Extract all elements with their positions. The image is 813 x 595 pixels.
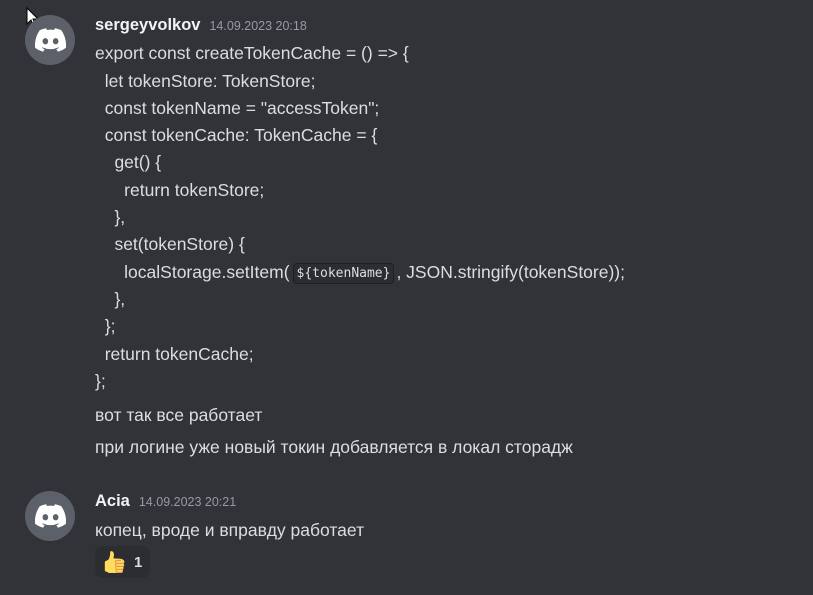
message-text: вот так все работает [95, 405, 263, 425]
code-line-setitem: localStorage.setItem(${tokenName}, JSON.… [95, 261, 625, 286]
discord-logo-icon [34, 504, 66, 528]
code-line: }; [95, 316, 116, 336]
inline-code: ${tokenName} [292, 263, 395, 284]
reaction-button[interactable]: 1 [95, 546, 150, 578]
username[interactable]: Acia [95, 492, 130, 511]
timestamp[interactable]: 14.09.2023 20:21 [139, 495, 236, 509]
code-line: return tokenStore; [95, 180, 265, 200]
code-text: , JSON.stringify(tokenStore)); [396, 262, 625, 282]
message-header: Acia 14.09.2023 20:21 [95, 492, 236, 511]
code-line: }, [95, 207, 126, 227]
message-header: sergeyvolkov 14.09.2023 20:18 [95, 16, 307, 35]
avatar[interactable] [25, 15, 75, 65]
code-line: get() { [95, 152, 162, 172]
reaction-count: 1 [134, 553, 143, 571]
code-line: return tokenCache; [95, 344, 254, 364]
code-line: }, [95, 289, 126, 309]
chat-area: sergeyvolkov 14.09.2023 20:18 export con… [0, 0, 813, 595]
code-line: const tokenName = "accessToken"; [95, 98, 380, 118]
code-line: export const createTokenCache = () => { [95, 43, 409, 63]
timestamp[interactable]: 14.09.2023 20:18 [209, 19, 306, 33]
username[interactable]: sergeyvolkov [95, 16, 200, 35]
code-line: }; [95, 371, 106, 391]
avatar[interactable] [25, 491, 75, 541]
code-line: const tokenCache: TokenCache = { [95, 125, 378, 145]
code-line: set(tokenStore) { [95, 234, 245, 254]
code-text: localStorage.setItem( [95, 262, 290, 282]
thumbs-up-icon [104, 551, 125, 573]
message-text: копец, вроде и вправду работает [95, 520, 365, 540]
code-line: let tokenStore: TokenStore; [95, 71, 316, 91]
message-text: при логине уже новый токин добавляется в… [95, 437, 573, 457]
discord-logo-icon [34, 28, 66, 52]
